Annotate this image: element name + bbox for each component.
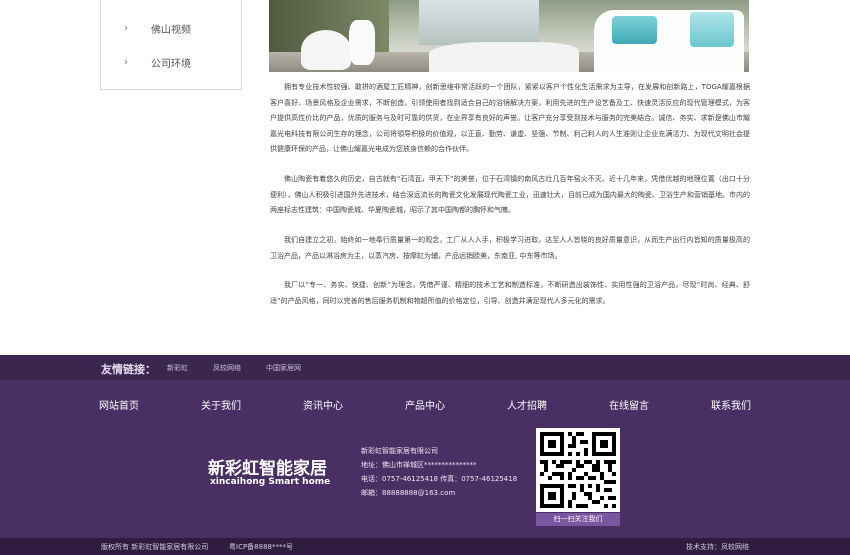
footer-logo: 新彩虹智能家居 — [208, 459, 327, 479]
site-footer: 网站首页 关于我们 资讯中心 产品中心 人才招聘 在线留言 联系我们 新彩虹智能… — [0, 380, 850, 538]
friend-links-title: 友情链接： — [101, 363, 156, 376]
footer-nav-home[interactable]: 网站首页 — [99, 397, 139, 412]
article-paragraph: 拥有专业技术性较强、敢拼的酒屋工匠精神，创新思维非常活跃的一个团队，紧紧以客户个… — [270, 83, 750, 153]
qr-code-icon — [536, 428, 620, 512]
bathroom-hero-image — [269, 0, 749, 72]
chevron-right-icon: › — [124, 22, 128, 34]
friend-link[interactable]: 新彩虹 — [167, 363, 188, 373]
friend-links-bar: 友情链接： 新彩虹 凤较网络 中国家居网 — [0, 355, 850, 380]
sidebar-menu: › 佛山视频 › 公司环境 — [100, 0, 242, 90]
chevron-right-icon: › — [124, 56, 128, 68]
copyright-bar: 版权所有 新彩虹智能家居有限公司 粤ICP备8888****号 技术支持：凤较网… — [0, 538, 850, 555]
contact-company: 新彩虹智能家居有限公司 — [361, 447, 438, 455]
footer-nav-news[interactable]: 资讯中心 — [303, 397, 343, 412]
copyright-text: 版权所有 新彩虹智能家居有限公司 — [101, 543, 209, 551]
footer-nav-jobs[interactable]: 人才招聘 — [507, 397, 547, 412]
footer-nav-contact[interactable]: 联系我们 — [711, 397, 751, 412]
sidebar-item-label: 公司环境 — [151, 58, 191, 70]
sidebar-item-label: 佛山视频 — [151, 24, 191, 36]
contact-address: 地址：佛山市禅城区*************** — [361, 461, 477, 469]
icp-number[interactable]: 粤ICP备8888****号 — [229, 542, 293, 552]
contact-phone: 电话：0757-46125418 传真：0757-46125418 — [361, 475, 518, 483]
friend-link[interactable]: 中国家居网 — [266, 363, 301, 373]
article-paragraph: 佛山陶瓷有着悠久的历史，自古就有“石湾瓦，甲天下”的美誉，位于石湾镇的南风古灶几… — [270, 175, 750, 214]
footer-nav-products[interactable]: 产品中心 — [405, 397, 445, 412]
sidebar-item-environment[interactable]: › 公司环境 — [101, 52, 241, 72]
sidebar-item-video[interactable]: › 佛山视频 — [101, 18, 241, 38]
tech-support-text[interactable]: 技术支持：凤较网络 — [686, 542, 749, 552]
contact-email: 邮箱：88888888@163.com — [361, 489, 456, 497]
friend-link[interactable]: 凤较网络 — [213, 363, 241, 373]
footer-nav-about[interactable]: 关于我们 — [201, 397, 241, 412]
footer-nav-message[interactable]: 在线留言 — [609, 397, 649, 412]
footer-logo-slogan: xincaihong Smart home — [210, 477, 331, 487]
article-paragraph: 我们自建立之初，始终如一地奉行质量第一的观念，工厂从人入手，积极学习进取，达至人… — [270, 236, 750, 260]
qr-caption: 扫一扫关注我们 — [536, 513, 620, 526]
article-paragraph: 我厂以“专一、务实、快捷、创新”为理念，凭借严谨、精细的技术工艺和制造标准，不断… — [270, 281, 750, 305]
